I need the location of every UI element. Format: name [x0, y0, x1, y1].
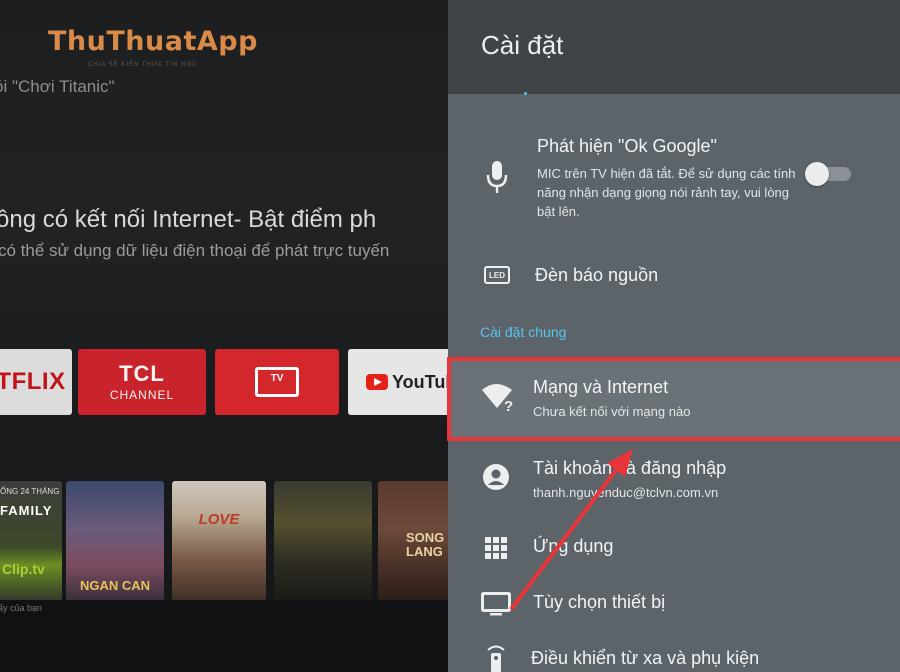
tv-icon: TV — [255, 367, 299, 397]
poster-family-title: FAMILY — [0, 503, 53, 518]
tcl-logo-text: TCL — [119, 360, 165, 386]
poster-song-lang[interactable]: SONG LANG — [378, 481, 448, 601]
network-subtitle: Chưa kết nối với mạng nào — [533, 404, 691, 419]
poster-family[interactable]: ỐNG 24 THÁNG FAMILY Clip.tv — [0, 481, 62, 601]
apps-grid-icon — [485, 537, 507, 559]
led-icon-text: LED — [489, 270, 505, 280]
poster-family-top: ỐNG 24 THÁNG — [0, 487, 60, 496]
wifi-unknown-icon: ? — [482, 384, 513, 412]
app-tile-live-tv[interactable]: TV — [215, 349, 339, 415]
ok-google-toggle[interactable] — [805, 162, 853, 186]
setting-accounts[interactable]: Tài khoản và đăng nhập thanh.nguyenduc@t… — [448, 450, 900, 508]
account-icon — [483, 464, 509, 490]
watermark-tagline: CHIA SẺ KIẾN THỨC TIN HỌC — [88, 62, 198, 68]
voice-search-hint: ói "Chơi Titanic" — [0, 77, 115, 96]
microphone-icon — [486, 161, 508, 193]
ok-google-title: Phát hiện "Ok Google" — [537, 136, 717, 156]
setting-apps[interactable]: Ứng dụng — [448, 528, 900, 568]
network-title: Mạng và Internet — [533, 377, 669, 397]
bottom-hint: ấy của bạn — [0, 603, 43, 613]
apps-row: TFLIX TCL CHANNEL TV YouTub — [0, 349, 448, 415]
settings-title: Cài đặt — [481, 30, 564, 60]
section-general-settings: Cài đặt chung — [480, 324, 567, 340]
watermark-logo: ThuThuatApp — [48, 26, 258, 57]
led-icon: LED — [484, 266, 510, 284]
tv-icon-label: TV — [270, 373, 284, 384]
poster-ngan-can-title: NGAN CAN — [79, 578, 151, 593]
accounts-email: thanh.nguyenduc@tclvn.com.vn — [533, 485, 719, 500]
setting-power-led[interactable]: LED Đèn báo nguồn — [448, 255, 900, 299]
poster-ngan-can[interactable]: NGAN CAN — [66, 481, 164, 601]
youtube-logo-text: YouTub — [392, 371, 448, 392]
bottom-area: ấy của bạn — [0, 600, 448, 672]
hero-title: ông có kết nối Internet- Bật điểm ph — [0, 206, 377, 233]
remote-icon — [487, 645, 505, 672]
settings-header: Cài đặt — [448, 0, 900, 94]
recommendations-row: ỐNG 24 THÁNG FAMILY Clip.tv NGAN CAN LOV… — [0, 481, 448, 601]
remote-accessories-title: Điều khiển từ xa và phụ kiện — [531, 648, 760, 668]
poster-song-lang-title: SONG LANG — [406, 530, 445, 559]
poster-love-title: LOVE — [198, 511, 240, 528]
toggle-thumb — [805, 162, 829, 186]
setting-remote-accessories[interactable]: Điều khiển từ xa và phụ kiện — [448, 640, 900, 672]
app-tile-tcl-channel[interactable]: TCL CHANNEL — [78, 349, 206, 415]
poster-love[interactable]: LOVE — [172, 481, 266, 601]
svg-text:?: ? — [504, 398, 513, 412]
scroll-indicator — [524, 92, 527, 95]
youtube-play-icon — [366, 374, 388, 390]
tv-home-screen: ThuThuatApp CHIA SẺ KIẾN THỨC TIN HỌC ói… — [0, 0, 448, 672]
app-tile-youtube[interactable]: YouTub — [348, 349, 448, 415]
hero-subtitle: có thể sử dụng dữ liệu điện thoại để phá… — [0, 241, 390, 260]
tcl-channel-text: CHANNEL — [109, 387, 175, 402]
power-led-title: Đèn báo nguồn — [535, 265, 659, 285]
setting-network-internet[interactable]: ? Mạng và Internet Chưa kết nối với mạng… — [448, 357, 900, 441]
setting-device-preferences[interactable]: Tùy chọn thiết bị — [448, 584, 900, 624]
tv-device-icon — [481, 592, 511, 616]
poster-family-brand: Clip.tv — [2, 561, 45, 577]
apps-title: Ứng dụng — [533, 536, 614, 556]
device-preferences-title: Tùy chọn thiết bị — [533, 592, 666, 612]
ok-google-description: MIC trên TV hiện đã tắt. Để sử dụng các … — [537, 166, 796, 219]
accounts-title: Tài khoản và đăng nhập — [533, 458, 727, 478]
settings-panel: Cài đặt Phát hiện "Ok Google" MIC trên T… — [448, 0, 900, 672]
netflix-logo-text: TFLIX — [0, 368, 66, 395]
app-tile-netflix[interactable]: TFLIX — [0, 349, 72, 415]
poster-movie[interactable] — [274, 481, 372, 601]
